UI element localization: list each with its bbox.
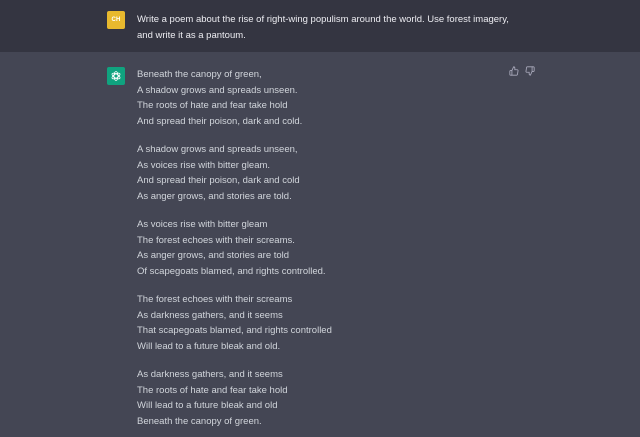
- feedback-controls: [509, 66, 535, 76]
- user-prompt-line: Write a poem about the rise of right-win…: [137, 14, 509, 25]
- poem-line: And spread their poison, dark and cold: [137, 175, 300, 186]
- poem-line: Will lead to a future bleak and old: [137, 400, 278, 411]
- poem-line: Will lead to a future bleak and old.: [137, 340, 281, 352]
- poem-line: And spread their poison, dark and cold.: [137, 115, 303, 127]
- poem-response: Beneath the canopy of green, A shadow gr…: [137, 67, 497, 437]
- openai-logo-icon: [111, 71, 121, 81]
- thumbs-down-icon: [525, 66, 535, 76]
- poem-line: As anger grows, and stories are told.: [137, 190, 292, 202]
- poem-line: As darkness gathers, and it seems: [137, 369, 283, 380]
- poem-line: A shadow grows and spreads unseen,: [137, 144, 298, 155]
- poem-line: Of scapegoats blamed, and rights control…: [137, 265, 326, 277]
- poem-line: Beneath the canopy of green,: [137, 69, 262, 80]
- poem-line: As anger grows, and stories are told: [137, 250, 290, 261]
- poem-stanza: The forest echoes with their screams As …: [137, 292, 497, 354]
- thumbs-up-icon: [509, 66, 519, 76]
- user-prompt-line: and write it as a pantoum.: [137, 30, 246, 41]
- poem-line: As darkness gathers, and it seems: [137, 309, 283, 321]
- poem-stanza: Beneath the canopy of green, A shadow gr…: [137, 67, 497, 129]
- user-message: CH Write a poem about the rise of right-…: [0, 0, 640, 52]
- poem-stanza: As voices rise with bitter gleam The for…: [137, 217, 497, 279]
- poem-line: As voices rise with bitter gleam.: [137, 159, 271, 171]
- poem-line: The forest echoes with their screams: [137, 294, 293, 305]
- assistant-message: Beneath the canopy of green, A shadow gr…: [0, 52, 640, 437]
- thumbs-down-button[interactable]: [525, 66, 535, 76]
- poem-line: Beneath the canopy of green.: [137, 415, 262, 427]
- user-prompt: Write a poem about the rise of right-win…: [137, 12, 517, 44]
- poem-stanza: As darkness gathers, and it seems The ro…: [137, 367, 497, 429]
- poem-line: The roots of hate and fear take hold: [137, 100, 288, 111]
- poem-line: The forest echoes with their screams.: [137, 234, 295, 246]
- poem-stanza: A shadow grows and spreads unseen, As vo…: [137, 142, 497, 204]
- assistant-avatar: [107, 67, 125, 85]
- chat-page: CH Write a poem about the rise of right-…: [0, 0, 640, 437]
- poem-line: As voices rise with bitter gleam: [137, 219, 268, 230]
- poem-line: That scapegoats blamed, and rights contr…: [137, 325, 332, 336]
- thumbs-up-button[interactable]: [509, 66, 519, 76]
- user-avatar: CH: [107, 11, 125, 29]
- poem-line: A shadow grows and spreads unseen.: [137, 84, 298, 96]
- poem-line: The roots of hate and fear take hold: [137, 384, 288, 396]
